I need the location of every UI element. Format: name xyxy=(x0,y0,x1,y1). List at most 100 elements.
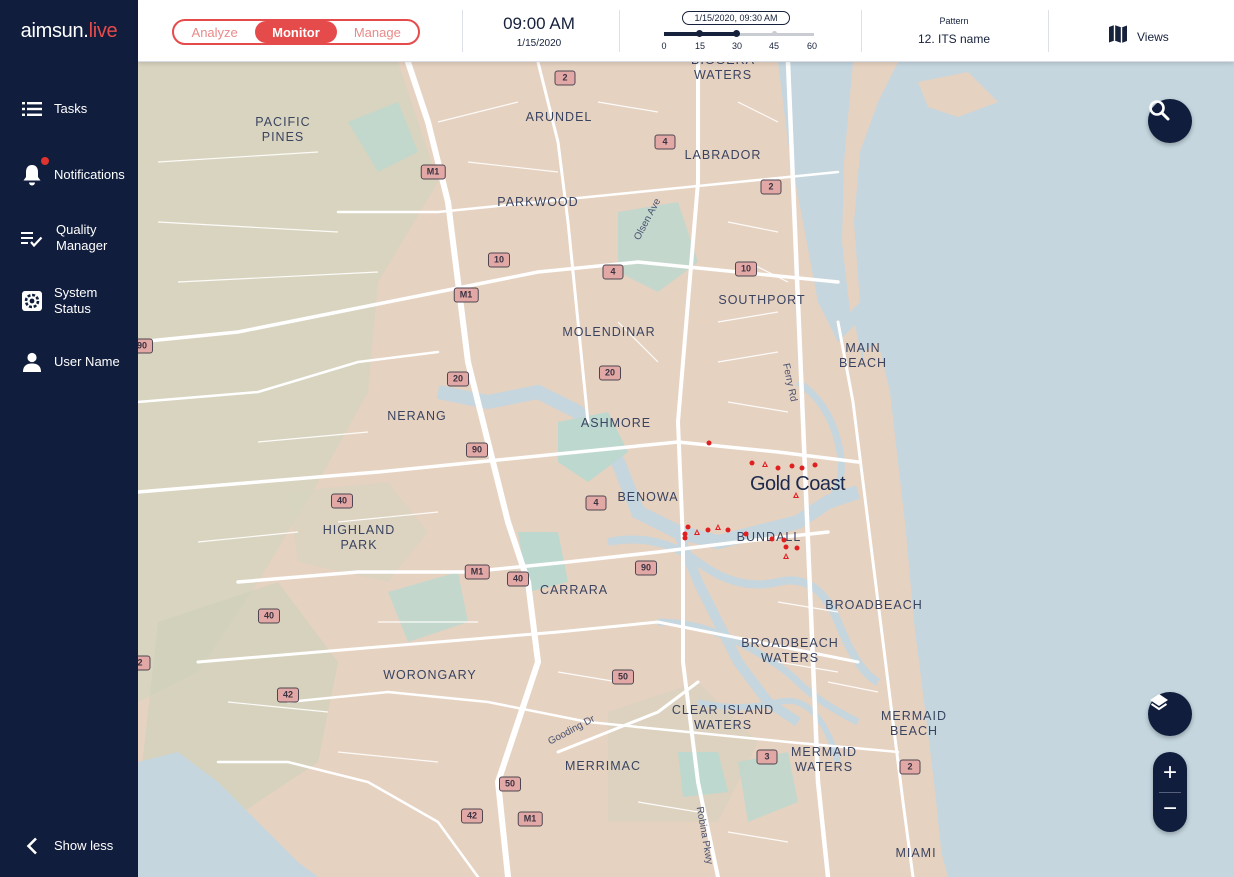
show-less-label: Show less xyxy=(54,838,114,853)
place-label: WORONGARY xyxy=(383,668,477,682)
warning-icon[interactable] xyxy=(793,492,799,498)
gear-icon xyxy=(20,289,44,313)
incident-marker[interactable] xyxy=(783,544,789,550)
current-date: 1/15/2020 xyxy=(516,38,562,49)
route-shield: 90 xyxy=(634,560,658,576)
time-slider-handle[interactable] xyxy=(733,30,740,37)
route-shield: 40 xyxy=(506,571,530,587)
divider xyxy=(462,10,463,52)
incident-marker[interactable] xyxy=(682,535,688,541)
place-label: MERRIMAC xyxy=(564,759,642,773)
sidebar-item-system-status[interactable]: System Status xyxy=(0,285,138,319)
warning-icon[interactable] xyxy=(762,461,768,467)
route-shield: 2 xyxy=(138,655,151,671)
place-label: NERANG xyxy=(387,409,447,423)
logo-text: aimsun. xyxy=(20,19,89,42)
place-label: MERMAID WATERS xyxy=(790,745,858,774)
time-slider-label: 0 xyxy=(661,41,667,51)
route-shield: M1 xyxy=(464,564,490,580)
route-shield: M1 xyxy=(517,811,543,827)
incident-marker[interactable] xyxy=(749,460,755,466)
views-button[interactable]: Views xyxy=(1108,24,1169,49)
place-label: CLEAR ISLAND WATERS xyxy=(671,703,775,732)
warning-icon[interactable] xyxy=(715,524,721,530)
route-shield: 4 xyxy=(585,495,607,511)
warning-icon[interactable] xyxy=(694,529,700,535)
sidebar-item-user[interactable]: User Name xyxy=(0,350,138,374)
pattern-selector[interactable]: Pattern 12. ITS name xyxy=(874,16,1034,46)
bell-icon xyxy=(20,163,44,187)
sidebar: aimsun. live Tasks Notifications Quality … xyxy=(0,0,138,877)
top-bar: Analyze Monitor Manage 09:00 AM 1/15/202… xyxy=(138,0,1234,62)
map-icon xyxy=(1108,24,1128,49)
mode-monitor[interactable]: Monitor xyxy=(255,21,337,43)
incident-marker[interactable] xyxy=(794,545,800,551)
place-label: ARUNDEL xyxy=(525,110,593,124)
place-label: HIGHLAND PARK xyxy=(322,523,396,552)
time-slider-label: 30 xyxy=(731,41,742,51)
divider xyxy=(619,10,620,52)
time-slider-bubble: 1/15/2020, 09:30 AM xyxy=(682,11,790,25)
mode-analyze[interactable]: Analyze xyxy=(174,21,255,43)
zoom-out-button[interactable]: − xyxy=(1153,790,1187,828)
route-shield: 20 xyxy=(598,365,622,381)
mode-switch: Analyze Monitor Manage xyxy=(172,19,420,45)
sidebar-item-label: Notifications xyxy=(54,167,125,182)
place-label: PARKWOOD xyxy=(497,195,579,209)
route-shield: 4 xyxy=(654,134,676,150)
user-icon xyxy=(20,350,44,374)
sidebar-item-label: User Name xyxy=(54,354,120,369)
app-logo[interactable]: aimsun. live xyxy=(0,0,138,62)
notification-badge xyxy=(41,157,49,165)
route-shield: 3 xyxy=(756,749,778,765)
zoom-control: + − xyxy=(1153,752,1187,832)
incident-marker[interactable] xyxy=(706,440,712,446)
map-search-button[interactable] xyxy=(1148,99,1192,143)
sidebar-item-tasks[interactable]: Tasks xyxy=(0,97,138,121)
incident-marker[interactable] xyxy=(781,537,787,543)
incident-marker[interactable] xyxy=(789,463,795,469)
route-shield: 90 xyxy=(465,442,489,458)
sidebar-item-notifications[interactable]: Notifications xyxy=(0,163,138,187)
list-icon xyxy=(20,97,44,121)
map-layers-button[interactable] xyxy=(1148,692,1192,736)
incident-marker[interactable] xyxy=(725,527,731,533)
sidebar-item-quality-manager[interactable]: Quality Manager xyxy=(0,222,138,256)
incident-marker[interactable] xyxy=(799,465,805,471)
incident-marker[interactable] xyxy=(812,462,818,468)
time-slider[interactable]: 1/15/2020, 09:30 AM 0 15 30 45 60 xyxy=(658,8,818,56)
divider xyxy=(861,10,862,52)
chevron-left-icon xyxy=(20,834,44,858)
mode-manage[interactable]: Manage xyxy=(337,21,418,43)
incident-marker[interactable] xyxy=(743,531,749,537)
incident-marker[interactable] xyxy=(705,527,711,533)
place-label: BENOWA xyxy=(617,490,679,504)
route-shield: 50 xyxy=(498,776,522,792)
checklist-icon xyxy=(20,227,44,251)
pattern-value: 12. ITS name xyxy=(917,32,991,46)
place-label: BROADBEACH xyxy=(825,598,923,612)
time-slider-label: 60 xyxy=(806,41,817,51)
route-shield: 42 xyxy=(276,687,300,703)
sidebar-item-label: Tasks xyxy=(54,101,88,116)
route-shield: 2 xyxy=(899,759,921,775)
incident-marker[interactable] xyxy=(685,524,691,530)
map-canvas[interactable]: BIGGERA WATERS ARUNDEL PACIFIC PINES LAB… xyxy=(138,62,1234,877)
place-label: MOLENDINAR xyxy=(562,325,656,339)
place-label: BROADBEACH WATERS xyxy=(741,636,839,665)
current-time: 09:00 AM xyxy=(503,14,575,33)
route-shield: 2 xyxy=(554,70,576,86)
zoom-in-button[interactable]: + xyxy=(1153,754,1187,792)
route-shield: M1 xyxy=(453,287,479,303)
show-less-button[interactable]: Show less xyxy=(0,834,138,858)
map-base-layer xyxy=(138,62,1234,877)
incident-marker[interactable] xyxy=(769,536,775,542)
route-shield: 2 xyxy=(760,179,782,195)
place-label: SOUTHPORT xyxy=(718,293,806,307)
route-shield: 10 xyxy=(487,252,511,268)
route-shield: 42 xyxy=(460,808,484,824)
warning-icon[interactable] xyxy=(783,553,789,559)
incident-marker[interactable] xyxy=(775,465,781,471)
route-shield: 90 xyxy=(138,338,154,354)
place-label: PACIFIC PINES xyxy=(255,115,311,144)
